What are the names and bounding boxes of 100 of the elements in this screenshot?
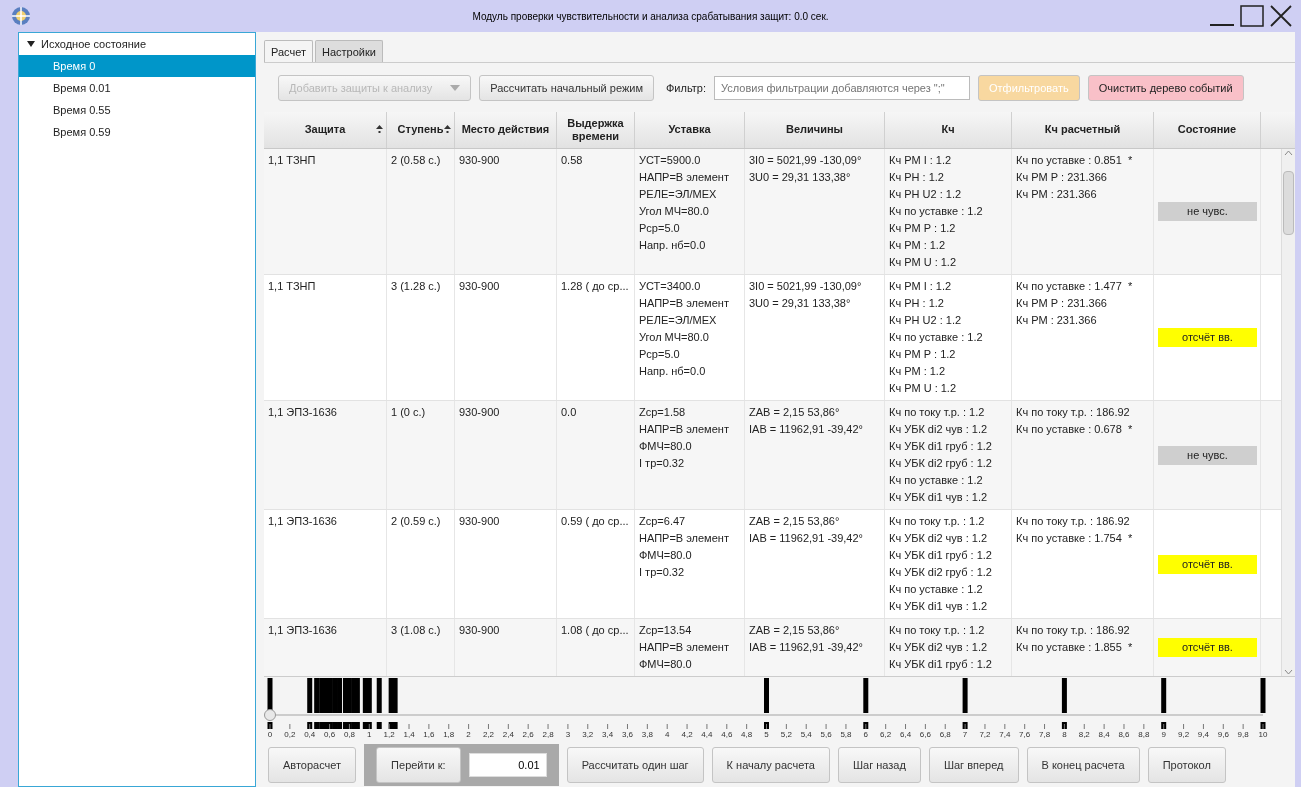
- tick-label: 10: [1258, 730, 1268, 739]
- cell-line: Кч УБК di2 груб : 1.2: [889, 565, 992, 580]
- tick-label: 5,6: [820, 730, 832, 739]
- cell-line: Кч РМ : 231.366: [1016, 313, 1097, 328]
- tick-label: 4,8: [741, 730, 753, 739]
- tab[interactable]: Настройки: [315, 40, 383, 62]
- step-button[interactable]: Протокол: [1147, 747, 1226, 783]
- filter-field[interactable]: Условия фильтрации добавляются через ";": [714, 76, 970, 100]
- table-cell-text: 930-900: [459, 153, 500, 168]
- tick-label: 3: [565, 730, 571, 739]
- tick-label: 4: [664, 730, 670, 739]
- table-cell-text: 2 (0.58 с.): [391, 153, 441, 168]
- expand-triangle-icon[interactable]: [27, 40, 35, 48]
- cell-line: Кч по току т.р. : 1.2: [889, 514, 985, 529]
- status-badge: отсчёт вв.: [1158, 638, 1257, 657]
- cell-line: ZAB = 2,15 53,86°: [749, 405, 840, 420]
- tick-label: 5: [764, 730, 769, 739]
- maximize-icon[interactable]: [1239, 5, 1265, 27]
- cell-line: Кч по уставке : 1.2: [889, 582, 983, 597]
- tick-label: 1: [367, 730, 372, 739]
- tick-label: 7: [962, 730, 968, 739]
- tick-label: 0: [267, 730, 273, 739]
- cell-line: Напр. нб=0.0: [639, 364, 706, 379]
- cell-line: НАПР=В элемент: [639, 531, 729, 546]
- cell-line: УСТ=3400.0: [639, 279, 701, 294]
- cell-line: Кч РМ : 231.366: [1016, 187, 1097, 202]
- tree-item[interactable]: Время 0.55: [19, 99, 255, 121]
- table-cell-text: 0.0: [561, 405, 577, 420]
- table-cell-text: 930-900: [459, 405, 500, 420]
- tick-label: 9,6: [1217, 730, 1229, 739]
- tree-item[interactable]: Время 0.01: [19, 77, 255, 99]
- column-header[interactable]: Кч расчетный: [1012, 112, 1154, 148]
- cell-line: Кч по уставке : 1.2: [889, 204, 983, 219]
- tick-label: 3,2: [582, 730, 594, 739]
- close-icon[interactable]: [1269, 5, 1293, 27]
- tick-label: 6,2: [880, 730, 892, 739]
- scroll-thumb[interactable]: [1283, 171, 1294, 235]
- column-header[interactable]: Кч: [885, 112, 1012, 148]
- scroll-down-icon[interactable]: [1283, 668, 1294, 676]
- tick-label: 2,8: [542, 730, 554, 739]
- cell-line: Кч УБК di2 груб : 1.2: [889, 456, 992, 471]
- step-button[interactable]: Шаг вперед: [928, 747, 1019, 783]
- tick-label: 9,2: [1178, 730, 1190, 739]
- cell-line: Zср=13.54: [639, 623, 692, 638]
- cell-line: Кч УБК di2 чув : 1.2: [889, 640, 988, 655]
- scrollbar[interactable]: [1281, 149, 1295, 676]
- tick-label: 7,2: [979, 730, 991, 739]
- column-header[interactable]: Состояние: [1154, 112, 1261, 148]
- tick-label: 2,2: [482, 730, 494, 739]
- step-button[interactable]: Шаг назад: [838, 747, 921, 783]
- cell-line: Кч по току т.р. : 186.92: [1016, 514, 1130, 529]
- column-header[interactable]: Защита: [264, 112, 387, 148]
- cell-line: 3U0 = 29,31 133,38°: [749, 170, 851, 185]
- cell-line: ФМЧ=80.0: [639, 657, 692, 672]
- column-header[interactable]: Ступень: [387, 112, 455, 148]
- cell-line: Кч РМ U : 1.2: [889, 255, 957, 270]
- cell-line: Кч по уставке : 0.678 *: [1016, 422, 1133, 437]
- tick-label: 4,6: [721, 730, 733, 739]
- cell-line: I тр=0.32: [639, 565, 685, 580]
- cell-line: Кч РН : 1.2: [889, 170, 944, 185]
- cell-line: Кч по уставке : 1.477 *: [1016, 279, 1133, 294]
- cell-line: I тр=0.32: [639, 456, 685, 471]
- table-cell-text: 1,1 ЭПЗ-1636: [268, 514, 337, 529]
- tick-label: 2: [466, 730, 471, 739]
- column-header[interactable]: Место действия: [455, 112, 557, 148]
- tick-label: 6,8: [939, 730, 951, 739]
- time-field[interactable]: 0.01: [468, 753, 547, 777]
- clear-events-button[interactable]: Очистить дерево событий: [1087, 75, 1244, 101]
- table-cell-text: 1,1 ТЗНП: [268, 153, 316, 168]
- calculate-initial-button[interactable]: Рассчитать начальный режим: [479, 75, 654, 101]
- table-cell-text: 1,1 ЭПЗ-1636: [268, 623, 337, 638]
- app-logo-icon: [10, 5, 32, 27]
- filter-label: Фильтр:: [665, 82, 706, 94]
- column-header[interactable]: Уставка: [635, 112, 745, 148]
- cell-line: Кч по уставке : 1.2: [889, 330, 983, 345]
- tick-label: 1,4: [403, 730, 415, 739]
- cell-line: IAB = 11962,91 -39,42°: [749, 640, 863, 655]
- tab[interactable]: Расчет: [264, 40, 313, 62]
- step-button[interactable]: В конец расчета: [1026, 747, 1140, 783]
- column-header[interactable]: Величины: [745, 112, 885, 148]
- auto-calc-button[interactable]: Авторасчет: [268, 747, 357, 783]
- cell-line: Кч по уставке : 0.851 *: [1016, 153, 1133, 168]
- cell-line: Кч РМ I : 1.2: [889, 153, 952, 168]
- goto-button[interactable]: Перейти к:: [376, 747, 461, 783]
- cell-line: НАПР=В элемент: [639, 640, 729, 655]
- tick-label: 6,4: [899, 730, 912, 739]
- cell-line: Кч по току т.р. : 1.2: [889, 405, 985, 420]
- step-button[interactable]: К началу расчета: [711, 747, 830, 783]
- tick-label: 9,4: [1197, 730, 1209, 739]
- table-cell-text: 3 (1.08 с.): [391, 623, 441, 638]
- tree-item[interactable]: Время 0.59: [19, 121, 255, 143]
- scroll-up-icon[interactable]: [1283, 149, 1294, 157]
- cell-line: НАПР=В элемент: [639, 296, 729, 311]
- tick-label: 4,4: [701, 730, 713, 739]
- tick-label: 9,8: [1237, 730, 1249, 739]
- column-header[interactable]: Выдержка времени: [557, 112, 635, 148]
- step-button[interactable]: Рассчитать один шаг: [566, 747, 704, 783]
- tick-label: 3,8: [641, 730, 653, 739]
- tree-item-label[interactable]: Исходное состояние: [41, 38, 146, 50]
- cell-line: Кч РМ I : 1.2: [889, 279, 952, 294]
